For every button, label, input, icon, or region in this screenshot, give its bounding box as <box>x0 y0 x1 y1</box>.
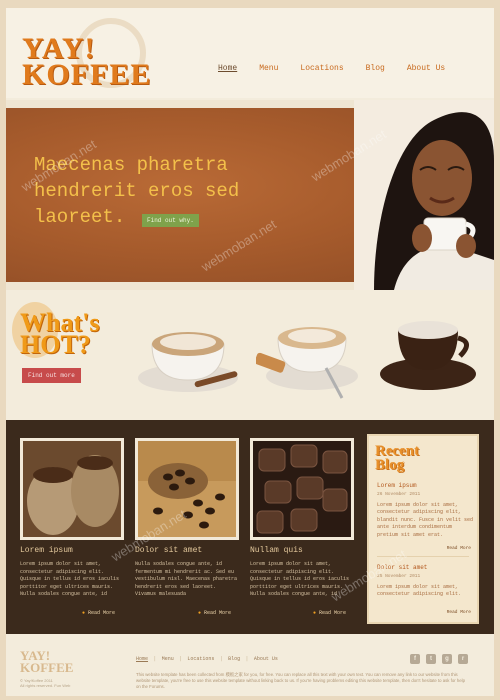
card-text: Lorem ipsum dolor sit amet, consectetur … <box>20 561 120 598</box>
blog-entry-date: 25 November 2011 <box>377 574 421 579</box>
feature-card: Dolor sit amet Nulla sodales congue ante… <box>135 438 239 599</box>
card-read-more-link[interactable]: ● Read More <box>313 610 346 616</box>
card-title: Dolor sit amet <box>135 546 203 555</box>
recent-blog-title-line2: Blog <box>375 457 405 473</box>
footer: YAY! KOFFEE © Yay!Koffee 2011 All rights… <box>6 636 494 696</box>
page: YAY! KOFFEE Home Menu Locations Blog Abo… <box>6 8 494 696</box>
recent-blog-title-line1: Recent <box>375 443 420 459</box>
footer-nav: Home | Menu | Locations | Blog | About U… <box>136 656 278 662</box>
recent-blog-panel: Recent Blog Lorem ipsum 26 November 2011… <box>367 434 479 624</box>
card-title: Lorem ipsum <box>20 546 73 555</box>
read-more-label: Read More <box>88 610 116 616</box>
footer-nav-blog[interactable]: Blog <box>228 656 240 662</box>
card-text: Lorem ipsum dolor sit amet, consectetur … <box>250 561 350 598</box>
read-more-label: Read More <box>319 610 347 616</box>
footer-logo[interactable]: YAY! KOFFEE <box>20 649 74 675</box>
nav-separator: | <box>220 656 223 662</box>
blog-entry-date: 26 November 2011 <box>377 492 421 497</box>
hero-banner: Maecenas pharetra hendrerit eros sed lao… <box>6 100 494 290</box>
nav-separator: | <box>179 656 182 662</box>
feature-card: Nullam quis Lorem ipsum dolor sit amet, … <box>250 438 354 599</box>
coffee-beans-scoop-image[interactable] <box>135 438 239 540</box>
feature-card: Lorem ipsum Lorem ipsum dolor sit amet, … <box>20 438 124 599</box>
nav-separator: | <box>246 656 248 662</box>
coffee-sacks-image[interactable] <box>20 438 124 540</box>
blog-read-more-link[interactable]: Read More <box>447 546 471 551</box>
twitter-icon[interactable]: t <box>426 654 436 664</box>
blog-entry-title[interactable]: Dolor sit amet <box>377 564 427 571</box>
footer-nav-menu[interactable]: Menu <box>162 656 174 662</box>
facebook-icon[interactable]: f <box>410 654 420 664</box>
card-title: Nullam quis <box>250 546 303 555</box>
site-logo[interactable]: YAY! KOFFEE <box>22 34 152 91</box>
blog-entry-text: Lorem ipsum dolor sit amet, consectetur … <box>377 502 474 538</box>
rss-icon[interactable]: r <box>458 654 468 664</box>
copyright-line2: All rights reserved. Fun Web <box>20 683 71 688</box>
footer-logo-line2: KOFFEE <box>20 660 74 675</box>
card-read-more-link[interactable]: ● Read More <box>82 610 115 616</box>
whats-hot-section: What's HOT? Find out more <box>6 298 494 408</box>
nav-locations[interactable]: Locations <box>300 64 343 73</box>
blog-divider <box>377 556 469 557</box>
card-text: Nulla sodales congue ante, id fermentum … <box>135 561 238 598</box>
hero-find-out-why-button[interactable]: Find out why. <box>142 214 199 227</box>
espresso-cup-image <box>380 321 476 390</box>
cappuccino-cup-image <box>138 332 238 392</box>
nav-home[interactable]: Home <box>218 64 237 73</box>
footer-template-note: This website template has been collected… <box>136 672 465 689</box>
footer-nav-home[interactable]: Home <box>136 656 148 662</box>
logo-line2: KOFFEE <box>22 58 152 91</box>
featured-section: Lorem ipsum Lorem ipsum dolor sit amet, … <box>6 420 494 634</box>
main-nav: Home Menu Locations Blog About Us <box>218 64 445 73</box>
latte-with-biscotti-image <box>256 327 358 399</box>
blog-entry-text: Lorem ipsum dolor sit amet, consectetur … <box>377 584 462 598</box>
find-out-more-button[interactable]: Find out more <box>22 368 81 383</box>
nav-menu[interactable]: Menu <box>259 64 278 73</box>
footer-nav-about-us[interactable]: About Us <box>254 656 278 662</box>
header: YAY! KOFFEE Home Menu Locations Blog Abo… <box>6 8 494 98</box>
footer-copyright: © Yay!Koffee 2011 All rights reserved. F… <box>20 678 70 688</box>
blog-read-more-link[interactable]: Read More <box>447 610 471 615</box>
woman-drinking-coffee-image <box>354 100 494 290</box>
whats-hot-title-line2: HOT? <box>20 330 91 359</box>
googleplus-icon[interactable]: g <box>442 654 452 664</box>
footer-nav-locations[interactable]: Locations <box>187 656 214 662</box>
recent-blog-title: Recent Blog <box>375 443 420 473</box>
chocolates-image[interactable] <box>250 438 354 540</box>
card-read-more-link[interactable]: ● Read More <box>198 610 231 616</box>
nav-separator: | <box>154 656 156 662</box>
nav-about-us[interactable]: About Us <box>407 64 445 73</box>
read-more-label: Read More <box>204 610 232 616</box>
blog-entry-title[interactable]: Lorem ipsum <box>377 482 417 489</box>
whats-hot-title: What's HOT? <box>20 310 99 359</box>
nav-blog[interactable]: Blog <box>366 64 385 73</box>
social-links: f t g r <box>410 654 468 664</box>
